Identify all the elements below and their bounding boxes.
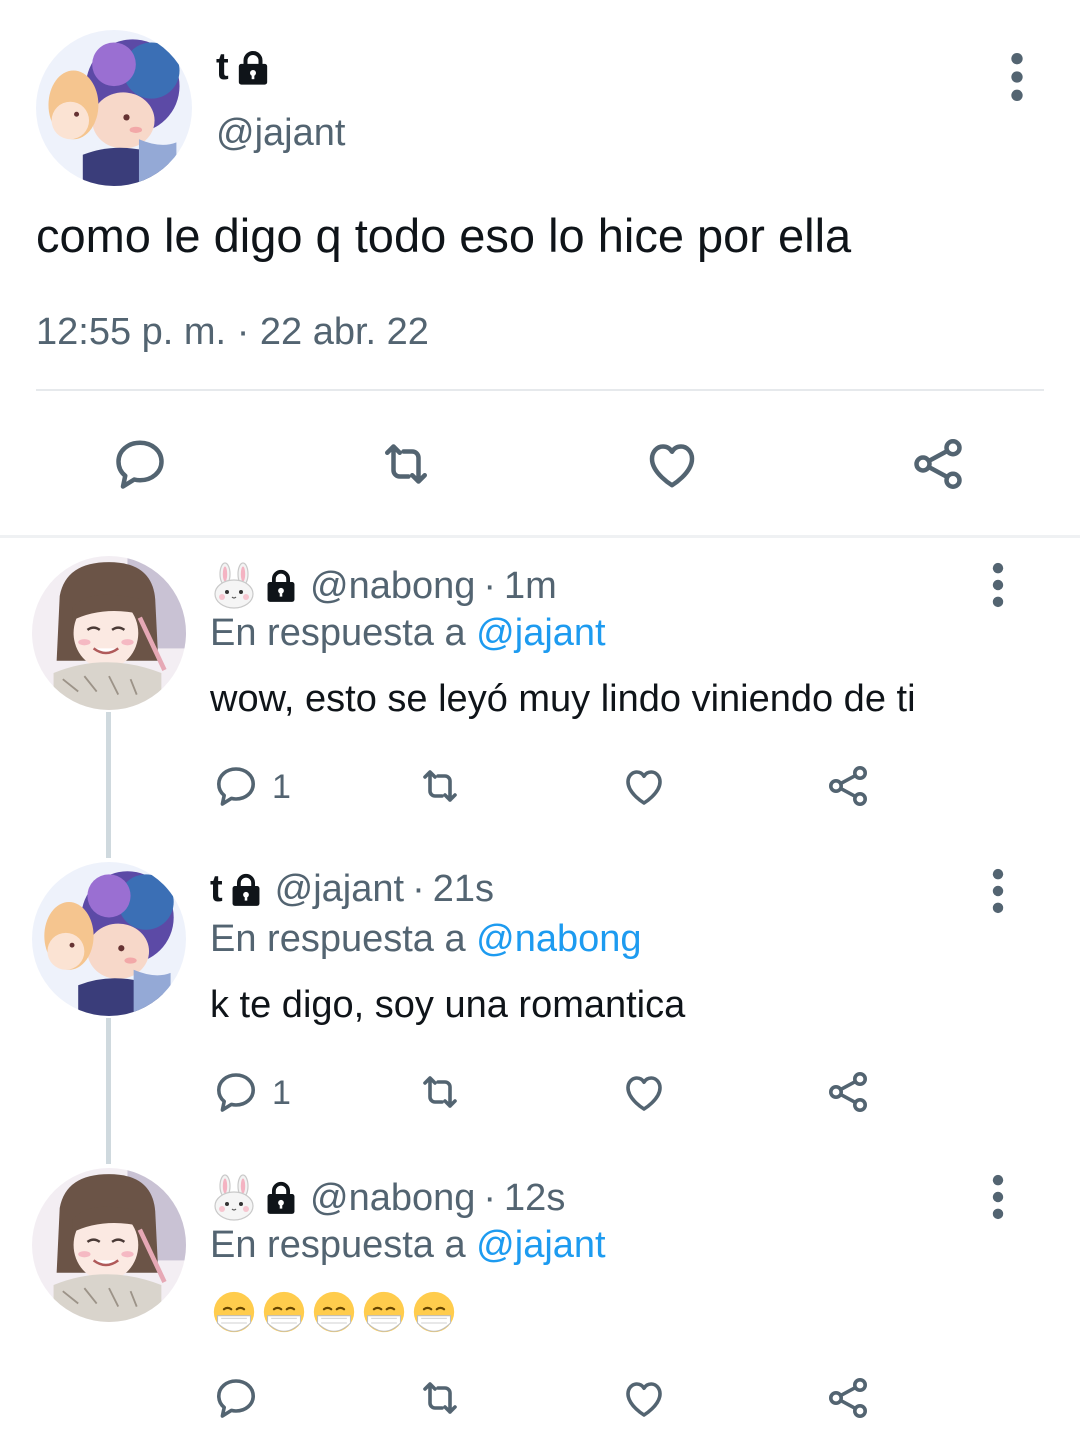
- reply-to-mention[interactable]: @jajant: [476, 1224, 605, 1266]
- lock-icon: [233, 48, 273, 88]
- reply-to-mention[interactable]: @nabong: [476, 918, 641, 960]
- thread-line: [106, 1018, 111, 1164]
- more-options-icon[interactable]: [1000, 52, 1034, 102]
- lock-icon: [262, 1179, 300, 1217]
- retweet-icon[interactable]: [416, 762, 464, 810]
- tweet-time[interactable]: 1m: [504, 565, 557, 608]
- handle[interactable]: @jajant: [216, 112, 345, 155]
- rabbit-face-icon: [210, 1174, 258, 1222]
- like-icon[interactable]: [642, 434, 702, 494]
- tweet-time[interactable]: 21s: [433, 868, 494, 911]
- reply-icon[interactable]: [110, 434, 170, 494]
- meta-separator: ·: [483, 1176, 497, 1219]
- reply-header: @nabong · 1m: [210, 562, 557, 610]
- handle[interactable]: @nabong: [310, 1177, 475, 1220]
- mask-face-icon: [412, 1290, 456, 1334]
- lock-icon: [262, 567, 300, 605]
- display-name[interactable]: [210, 1174, 300, 1222]
- share-icon[interactable]: [824, 1374, 872, 1422]
- mask-face-icon: [312, 1290, 356, 1334]
- share-icon[interactable]: [908, 434, 968, 494]
- reply-context: En respuesta a @jajant: [210, 612, 606, 655]
- handle[interactable]: @nabong: [310, 565, 475, 608]
- tweet-text: wow, esto se leyó muy lindo viniendo de …: [210, 678, 916, 720]
- reply-to-mention[interactable]: @jajant: [476, 612, 605, 654]
- main-tweet: t @jajant como le digo q todo eso lo hic…: [0, 0, 1080, 537]
- display-name-text: t: [216, 46, 229, 88]
- reply-header: @nabong · 12s: [210, 1174, 565, 1222]
- divider: [36, 389, 1044, 391]
- display-name-text: t: [210, 868, 223, 910]
- more-options-icon[interactable]: [982, 868, 1014, 914]
- more-options-icon[interactable]: [982, 1174, 1014, 1220]
- meta-separator: ·: [236, 311, 250, 353]
- display-name[interactable]: [210, 562, 300, 610]
- retweet-icon[interactable]: [416, 1068, 464, 1116]
- reply-to-label: En respuesta a: [210, 918, 466, 960]
- tweet-text: como le digo q todo eso lo hice por ella: [36, 209, 852, 262]
- section-divider: [0, 535, 1080, 538]
- reply-icon[interactable]: [212, 1068, 260, 1116]
- retweet-icon[interactable]: [416, 1374, 464, 1422]
- reply-count: 1: [272, 1074, 291, 1112]
- reply-to-label: En respuesta a: [210, 1224, 466, 1266]
- mask-face-icon: [362, 1290, 406, 1334]
- reply-icon[interactable]: [212, 1374, 260, 1422]
- lock-icon: [227, 871, 265, 909]
- reply-header: t @jajant · 21s: [210, 868, 494, 911]
- avatar[interactable]: [36, 30, 192, 186]
- tweet-text: k te digo, soy una romantica: [210, 984, 686, 1026]
- reply-context: En respuesta a @jajant: [210, 1224, 606, 1267]
- tweet-time: 12:55 p. m.: [36, 311, 227, 353]
- tweet-date: 22 abr. 22: [259, 311, 429, 353]
- avatar[interactable]: [32, 556, 186, 710]
- meta-separator: ·: [483, 564, 497, 607]
- reply-context: En respuesta a @nabong: [210, 918, 642, 961]
- reply-count: 1: [272, 768, 291, 806]
- more-options-icon[interactable]: [982, 562, 1014, 608]
- display-name[interactable]: t: [210, 868, 265, 911]
- like-icon[interactable]: [620, 1374, 668, 1422]
- avatar[interactable]: [32, 862, 186, 1016]
- mask-face-icon: [262, 1290, 306, 1334]
- avatar[interactable]: [32, 1168, 186, 1322]
- reply-to-label: En respuesta a: [210, 612, 466, 654]
- rabbit-face-icon: [210, 562, 258, 610]
- share-icon[interactable]: [824, 762, 872, 810]
- meta-separator: ·: [412, 868, 425, 910]
- thread-line: [106, 712, 111, 858]
- retweet-icon[interactable]: [376, 434, 436, 494]
- tweet-timestamp[interactable]: 12:55 p. m. · 22 abr. 22: [36, 311, 429, 354]
- like-icon[interactable]: [620, 762, 668, 810]
- tweet-time[interactable]: 12s: [504, 1177, 565, 1220]
- handle[interactable]: @jajant: [275, 868, 404, 911]
- share-icon[interactable]: [824, 1068, 872, 1116]
- reply-icon[interactable]: [212, 762, 260, 810]
- tweet-text: [212, 1290, 456, 1334]
- mask-face-icon: [212, 1290, 256, 1334]
- display-name[interactable]: t: [216, 46, 273, 89]
- like-icon[interactable]: [620, 1068, 668, 1116]
